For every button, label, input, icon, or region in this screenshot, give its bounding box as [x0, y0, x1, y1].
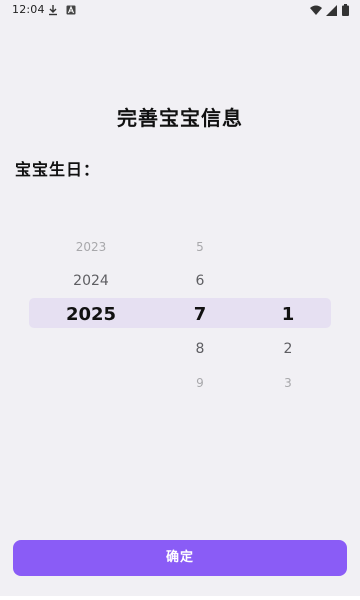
- month-option[interactable]: 9: [150, 368, 250, 398]
- year-selected[interactable]: 2025: [41, 300, 141, 330]
- month-option[interactable]: 8: [150, 334, 250, 364]
- confirm-button[interactable]: 确定: [13, 540, 347, 576]
- page-title: 完善宝宝信息: [117, 106, 243, 130]
- day-wheel[interactable]: 1 2 3: [238, 228, 338, 398]
- month-selected[interactable]: 7: [150, 300, 250, 330]
- status-bar: 12:04: [0, 0, 360, 20]
- day-option[interactable]: 2: [238, 334, 338, 364]
- signal-icon: [326, 4, 337, 16]
- birthday-label: 宝宝生日：: [15, 160, 101, 179]
- download-icon: [48, 4, 58, 16]
- bottom-frame: [0, 596, 360, 600]
- day-option[interactable]: 3: [238, 368, 338, 398]
- month-wheel[interactable]: 5 6 7 8 9: [150, 228, 250, 398]
- status-time: 12:04: [12, 3, 45, 16]
- year-option[interactable]: 2024: [41, 266, 141, 296]
- month-option[interactable]: 6: [150, 266, 250, 296]
- wifi-icon: [310, 4, 322, 16]
- year-wheel[interactable]: 2023 2024 2025: [41, 228, 141, 398]
- year-option[interactable]: 2023: [41, 232, 141, 262]
- day-selected[interactable]: 1: [238, 300, 338, 330]
- month-option[interactable]: 5: [150, 232, 250, 262]
- birthday-date-picker[interactable]: 2023 2024 2025 5 6 7 8 9 1 2 3: [29, 228, 331, 398]
- text-a-icon: [66, 4, 76, 16]
- screen: 12:04 完善宝宝信息 宝宝生日： 2023 2024 2025 5 6 7 …: [0, 0, 360, 600]
- battery-icon: [341, 4, 349, 16]
